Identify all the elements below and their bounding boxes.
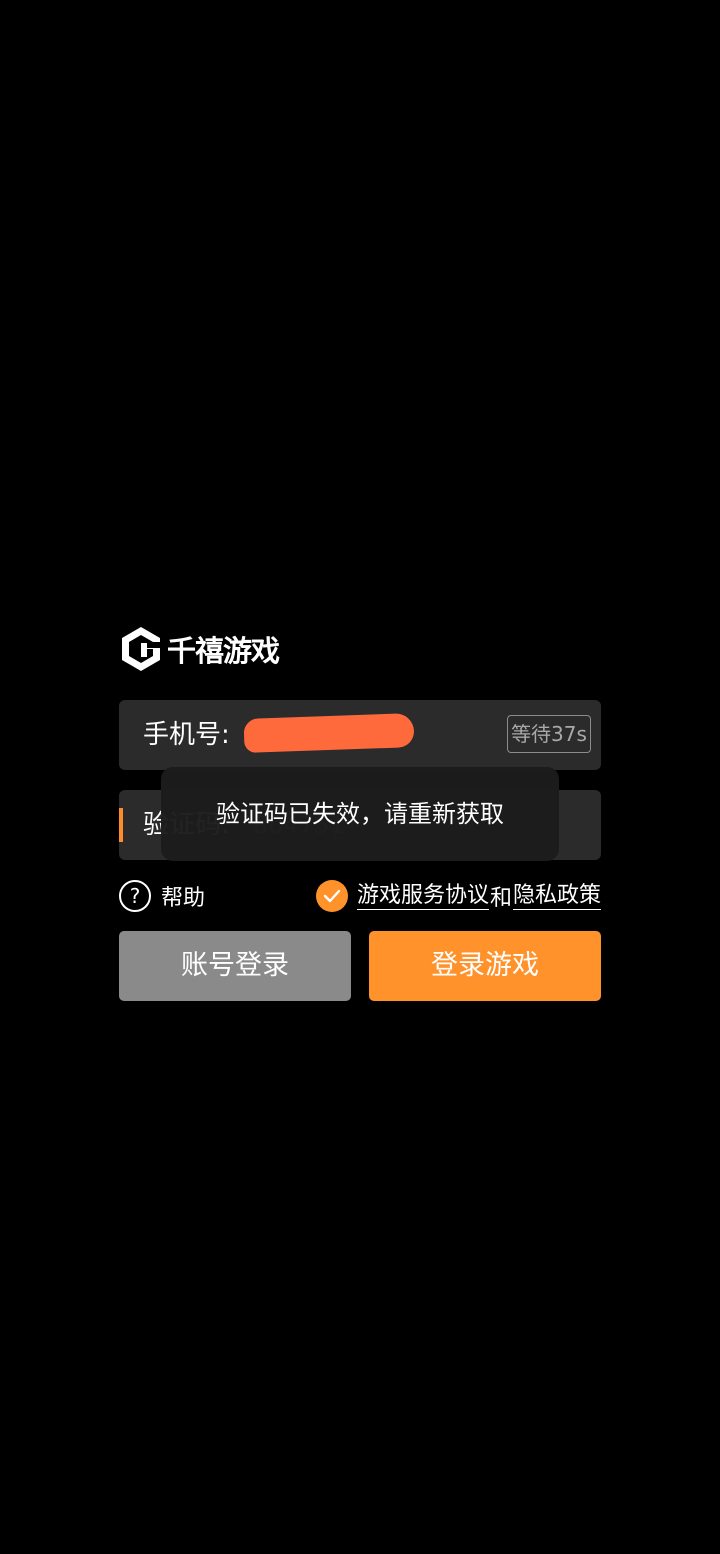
help-link[interactable]: ? 帮助 [119,879,205,913]
account-login-button[interactable]: 账号登录 [119,931,351,1001]
phone-field[interactable]: 手机号: 等待37s [119,700,601,770]
check-circle-icon[interactable] [315,880,348,912]
brand-logo-icon [122,627,161,671]
help-label: 帮助 [161,886,206,911]
brand-logo: 千禧游戏 [119,625,280,673]
brand-name: 千禧游戏 [167,634,280,668]
focus-indicator [119,808,123,842]
terms-link[interactable]: 游戏服务协议 [356,883,489,910]
privacy-link[interactable]: 隐私政策 [512,883,601,910]
question-circle-icon: ? [119,880,151,912]
login-game-button[interactable]: 登录游戏 [369,931,601,1001]
agreement-row: 游戏服务协议 和 隐私政策 [315,879,601,913]
phone-label: 手机号: [143,720,230,750]
toast-message: 验证码已失效，请重新获取 [161,767,559,861]
and-text: 和 [489,886,512,911]
wait-countdown-button[interactable]: 等待37s [507,715,591,753]
